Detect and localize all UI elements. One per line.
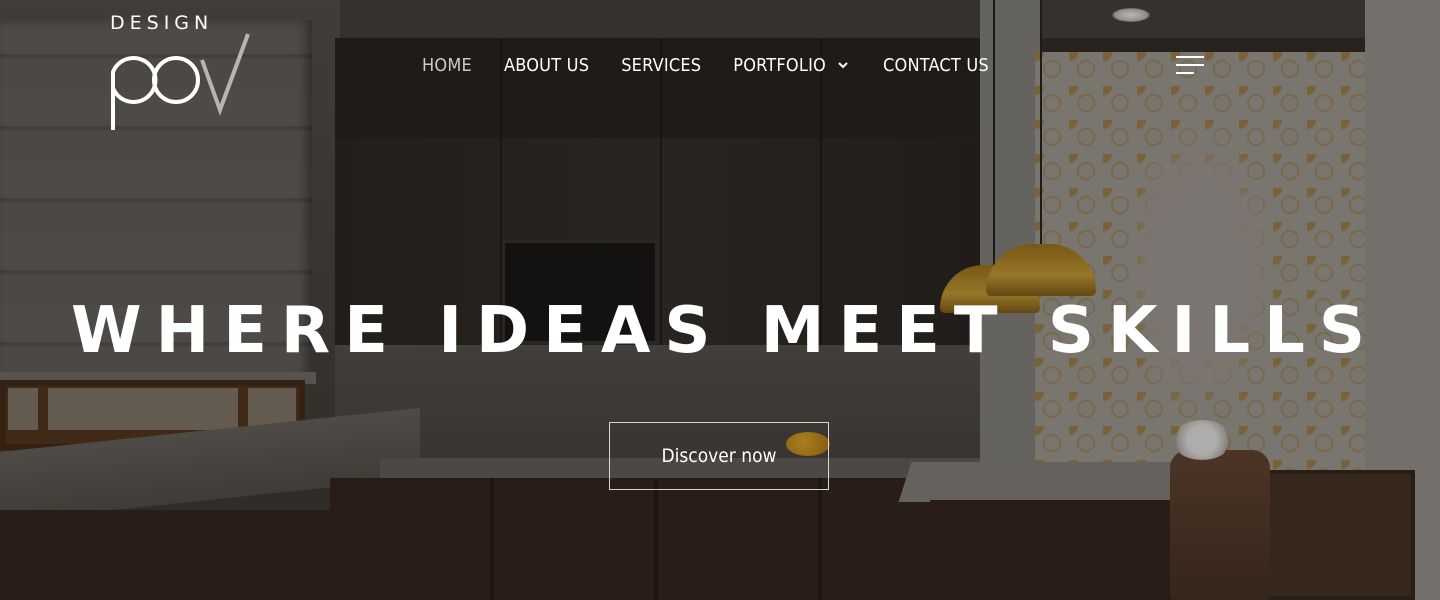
nav-item-portfolio[interactable]: PORTFOLIO bbox=[733, 55, 851, 76]
logo-pov-mark bbox=[111, 33, 250, 130]
nav-item-label: SERVICES bbox=[621, 54, 702, 76]
discover-now-button[interactable]: Discover now bbox=[609, 422, 829, 490]
menu-bar bbox=[1176, 56, 1204, 58]
menu-bar bbox=[1176, 72, 1194, 74]
nav-item-label: PORTFOLIO bbox=[733, 54, 826, 76]
menu-bar bbox=[1176, 64, 1204, 66]
nav-item-about-us[interactable]: ABOUT US bbox=[504, 55, 589, 76]
hero-headline: WHERE IDEAS MEET SKILLS bbox=[71, 294, 1379, 368]
chevron-down-icon bbox=[838, 62, 848, 69]
nav-item-home[interactable]: HOME bbox=[422, 55, 472, 76]
main-navigation: HOME ABOUT US SERVICES PORTFOLIO CONTACT… bbox=[422, 48, 1021, 82]
hamburger-menu-icon[interactable] bbox=[1176, 54, 1206, 76]
nav-item-label: ABOUT US bbox=[503, 54, 590, 76]
nav-item-contact-us[interactable]: CONTACT US bbox=[883, 55, 989, 76]
hero-section: DESIGN HOME ABOUT US SERVICES PORTFOLIO bbox=[0, 0, 1440, 600]
nav-item-services[interactable]: SERVICES bbox=[621, 55, 701, 76]
nav-item-label: HOME bbox=[422, 54, 472, 76]
brand-logo[interactable]: DESIGN bbox=[110, 12, 250, 130]
nav-item-label: CONTACT US bbox=[882, 54, 989, 76]
discover-now-label: Discover now bbox=[661, 445, 777, 467]
